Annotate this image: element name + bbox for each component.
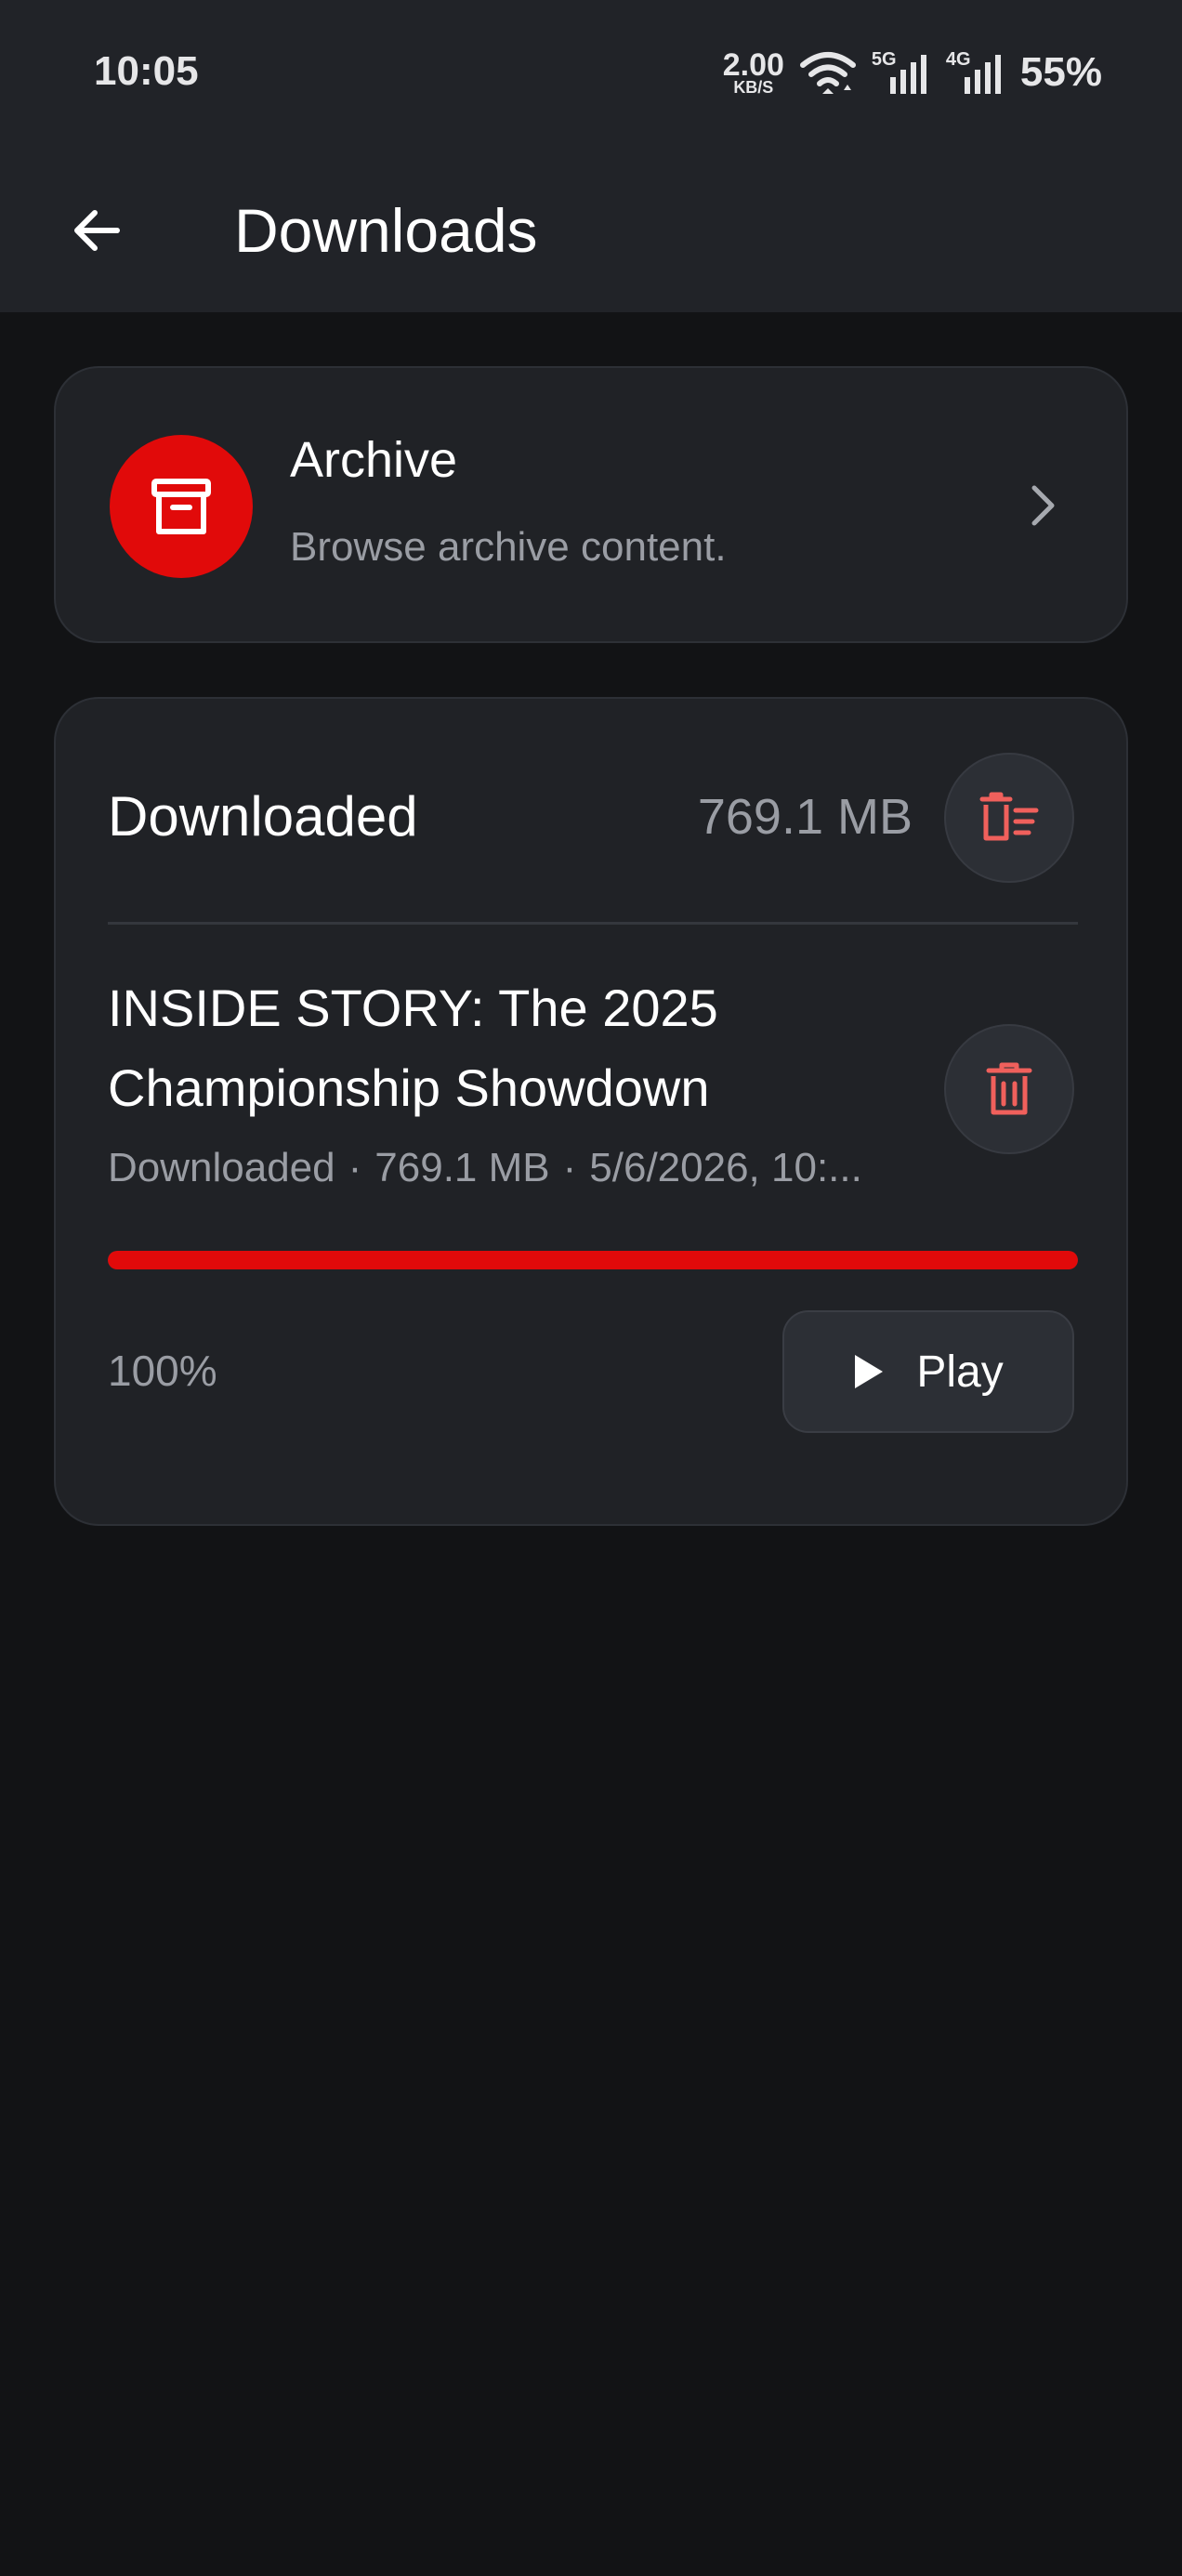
archive-icon-badge	[110, 435, 253, 578]
trash-icon	[986, 1062, 1032, 1115]
download-item-meta: Downloaded · 769.1 MB · 5/6/2026, 10:...	[108, 1145, 862, 1191]
archive-card[interactable]: Archive Browse archive content.	[54, 366, 1128, 643]
clear-all-downloads-button[interactable]	[944, 753, 1074, 883]
network-speed-value: 2.00	[722, 47, 784, 83]
play-icon	[855, 1355, 884, 1388]
network-speed: 2.00 KB/S	[723, 49, 784, 96]
battery-level: 55%	[1019, 49, 1102, 95]
status-time: 10:05	[94, 48, 199, 94]
download-item-size: 769.1 MB	[374, 1145, 550, 1190]
download-item-title: INSIDE STORY: The 2025 Championship Show…	[108, 979, 718, 1117]
back-button[interactable]	[52, 186, 141, 275]
play-button[interactable]: Play	[782, 1310, 1074, 1433]
wifi-icon	[799, 52, 856, 94]
archive-box-icon	[151, 479, 211, 534]
download-item-date: 5/6/2026, 10:...	[589, 1145, 862, 1190]
downloaded-heading: Downloaded	[108, 785, 418, 848]
status-bar: 10:05 2.00 KB/S 5G 4G 55%	[0, 0, 1182, 149]
archive-subtitle: Browse archive content.	[290, 524, 727, 570]
page-title: Downloads	[234, 196, 538, 265]
downloaded-total-size: 769.1 MB	[697, 789, 913, 845]
download-progress-bar	[108, 1251, 1078, 1269]
app-bar: Downloads	[0, 149, 1182, 312]
signal-4g-icon: 4G	[946, 49, 1005, 96]
signal-5g-icon: 5G	[872, 49, 931, 96]
delete-sweep-icon	[979, 792, 1039, 841]
divider	[108, 922, 1078, 925]
download-progress-fill	[108, 1251, 1078, 1269]
chevron-right-icon	[1022, 478, 1063, 533]
arrow-left-icon	[74, 210, 120, 251]
status-icons: 2.00 KB/S 5G 4G 55%	[723, 45, 1102, 100]
delete-download-button[interactable]	[944, 1024, 1074, 1154]
play-label: Play	[916, 1347, 1004, 1397]
downloaded-card: Downloaded 769.1 MB INSIDE STORY: The 20…	[54, 697, 1128, 1526]
meta-separator: ·	[348, 1145, 362, 1190]
download-progress-label: 100%	[108, 1347, 217, 1395]
network-speed-unit: KB/S	[733, 78, 774, 97]
archive-title: Archive	[290, 432, 458, 488]
download-item-status: Downloaded	[108, 1145, 335, 1190]
meta-separator: ·	[562, 1145, 577, 1190]
